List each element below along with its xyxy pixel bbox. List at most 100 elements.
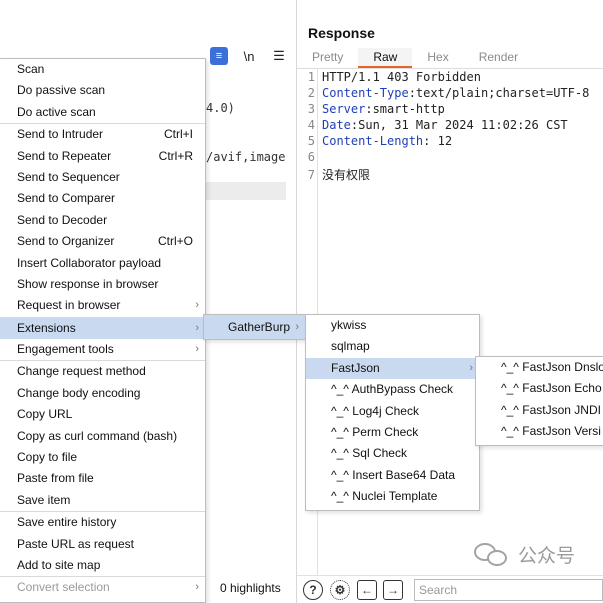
next-arrow-icon[interactable]: → <box>383 580 403 600</box>
menu-item-send-comparer[interactable]: Send to Comparer <box>0 188 205 209</box>
menu-item-label: Change request method <box>17 364 146 379</box>
fastjson-submenu: ^_^ FastJson Dnslo ^_^ FastJson Echo ^_^… <box>475 356 603 446</box>
menu-item-label: Send to Sequencer <box>17 169 120 184</box>
menu-item-fastjson-version[interactable]: ^_^ FastJson Versi <box>476 421 603 442</box>
menu-item-label: ^_^ Log4j Check <box>331 403 419 418</box>
extensions-submenu: GatherBurp › <box>203 314 306 340</box>
response-title: Response <box>308 25 375 41</box>
menu-item-ykwiss[interactable]: ykwiss <box>306 315 479 336</box>
menu-item-fastjson[interactable]: FastJson › <box>306 357 479 380</box>
menu-item-log4j[interactable]: ^_^ Log4j Check <box>306 401 479 422</box>
menu-item-sql-check[interactable]: ^_^ Sql Check <box>306 443 479 464</box>
chevron-right-icon: › <box>295 321 299 333</box>
line-text: : 12 <box>423 134 453 148</box>
menu-item-change-method[interactable]: Change request method <box>0 361 205 382</box>
response-line[interactable]: 1 HTTP/1.1 403 Forbidden <box>297 70 481 86</box>
tab-render[interactable]: Render <box>464 48 533 68</box>
chevron-right-icon: › <box>195 343 199 356</box>
settings-gear-icon[interactable]: ⚙ <box>330 580 350 600</box>
menu-item-label: Do active scan <box>17 104 96 119</box>
menu-item-send-intruder[interactable]: Send to Intruder Ctrl+I <box>0 124 205 145</box>
menu-item-convert-selection[interactable]: Convert selection › <box>0 577 205 598</box>
menu-item-fastjson-dnslog[interactable]: ^_^ FastJson Dnslo <box>476 357 603 378</box>
menu-item-sqlmap[interactable]: sqlmap <box>306 336 479 357</box>
wrap-lines-icon[interactable]: ≡ <box>210 47 228 65</box>
menu-item-shortcut: Ctrl+I <box>163 127 193 142</box>
menu-item-gatherburp[interactable]: GatherBurp › <box>204 315 305 339</box>
menu-item-label: Do passive scan <box>17 83 106 98</box>
response-tabs: Pretty Raw Hex Render <box>297 48 533 68</box>
header-key: Date <box>322 118 351 132</box>
response-line[interactable]: 7 没有权限 <box>297 166 370 182</box>
menu-item-extensions[interactable]: Extensions › <box>0 317 205 340</box>
menu-item-send-repeater[interactable]: Send to Repeater Ctrl+R <box>0 146 205 167</box>
request-toolbar: ≡ \n ☰ <box>210 44 288 68</box>
newline-toggle-icon[interactable]: \n <box>240 47 258 65</box>
request-selection-highlight <box>206 182 286 200</box>
help-icon[interactable]: ? <box>303 580 323 600</box>
menu-item-label: Convert selection <box>17 580 110 595</box>
menu-item-label: Send to Repeater <box>17 148 112 163</box>
menu-item-label: Save entire history <box>17 515 117 530</box>
menu-item-label: Change body encoding <box>17 385 141 400</box>
menu-item-send-sequencer[interactable]: Send to Sequencer <box>0 167 205 188</box>
menu-item-label: Copy URL <box>17 407 73 422</box>
context-menu: Scan Do passive scan Do active scan Send… <box>0 58 206 603</box>
burp-window: { "request": { "line_a": "4.0)", "line_b… <box>0 0 603 603</box>
menu-item-authbypass[interactable]: ^_^ AuthBypass Check <box>306 379 479 400</box>
menu-item-nuclei-template[interactable]: ^_^ Nuclei Template <box>306 486 479 507</box>
menu-item-save-item[interactable]: Save item <box>0 490 205 511</box>
menu-item-save-history[interactable]: Save entire history <box>0 512 205 533</box>
menu-item-request-in-browser[interactable]: Request in browser › <box>0 295 205 316</box>
menu-item-send-decoder[interactable]: Send to Decoder <box>0 210 205 231</box>
response-line[interactable]: 4 Date:Sun, 31 Mar 2024 11:02:26 CST <box>297 118 568 134</box>
menu-item-paste-url[interactable]: Paste URL as request <box>0 534 205 555</box>
menu-item-paste-file[interactable]: Paste from file <box>0 468 205 489</box>
menu-item-show-response-browser[interactable]: Show response in browser <box>0 274 205 295</box>
tab-pretty[interactable]: Pretty <box>297 48 358 68</box>
line-text: :smart-http <box>365 102 445 116</box>
menu-item-label: Request in browser <box>17 298 121 313</box>
menu-item-scan[interactable]: Scan <box>0 59 205 80</box>
menu-item-label: ^_^ FastJson Dnslo <box>501 360 603 374</box>
line-text: 没有权限 <box>322 168 371 182</box>
menu-item-shortcut: Ctrl+O <box>157 234 193 249</box>
tab-hex[interactable]: Hex <box>412 48 463 68</box>
menu-icon[interactable]: ☰ <box>270 47 288 65</box>
response-line[interactable]: 5 Content-Length: 12 <box>297 134 452 150</box>
menu-item-change-encoding[interactable]: Change body encoding <box>0 383 205 404</box>
menu-item-collaborator[interactable]: Insert Collaborator payload <box>0 253 205 274</box>
header-key: Server <box>322 102 366 116</box>
menu-item-copy-curl[interactable]: Copy as curl command (bash) <box>0 426 205 447</box>
menu-item-label: ykwiss <box>331 318 367 332</box>
menu-item-insert-base64[interactable]: ^_^ Insert Base64 Data <box>306 465 479 486</box>
menu-item-label: FastJson <box>331 360 380 375</box>
line-text: :Sun, 31 Mar 2024 11:02:26 CST <box>350 118 568 132</box>
chevron-right-icon: › <box>195 321 199 334</box>
menu-item-add-site-map[interactable]: Add to site map <box>0 555 205 576</box>
response-line[interactable]: 3 Server:smart-http <box>297 102 445 118</box>
search-input[interactable]: Search <box>414 579 603 601</box>
response-line[interactable]: 6 <box>297 150 322 166</box>
menu-item-passive-scan[interactable]: Do passive scan <box>0 80 205 101</box>
line-text: :text/plain;charset=UTF-8 <box>408 86 590 100</box>
previous-arrow-icon[interactable]: ← <box>357 580 377 600</box>
menu-item-label: sqlmap <box>331 339 370 354</box>
tab-raw[interactable]: Raw <box>358 48 413 68</box>
menu-item-perm-check[interactable]: ^_^ Perm Check <box>306 422 479 443</box>
menu-item-fastjson-jndi[interactable]: ^_^ FastJson JNDI <box>476 400 603 421</box>
menu-item-label: Copy to file <box>17 450 78 465</box>
menu-item-label: Scan <box>17 62 45 76</box>
menu-item-copy-url[interactable]: Copy URL <box>0 404 205 425</box>
chevron-right-icon: › <box>195 299 199 312</box>
menu-item-active-scan[interactable]: Do active scan <box>0 102 205 123</box>
menu-item-label: Send to Comparer <box>17 191 116 206</box>
menu-item-fastjson-echo[interactable]: ^_^ FastJson Echo <box>476 378 603 399</box>
request-text-line: 4.0) <box>206 101 235 115</box>
response-line[interactable]: 2 Content-Type:text/plain;charset=UTF-8 <box>297 86 590 102</box>
chevron-right-icon: › <box>469 361 473 374</box>
menu-item-copy-file[interactable]: Copy to file <box>0 447 205 468</box>
menu-item-send-organizer[interactable]: Send to Organizer Ctrl+O <box>0 231 205 252</box>
menu-item-label: Send to Organizer <box>17 234 115 249</box>
menu-item-engagement-tools[interactable]: Engagement tools › <box>0 339 205 360</box>
